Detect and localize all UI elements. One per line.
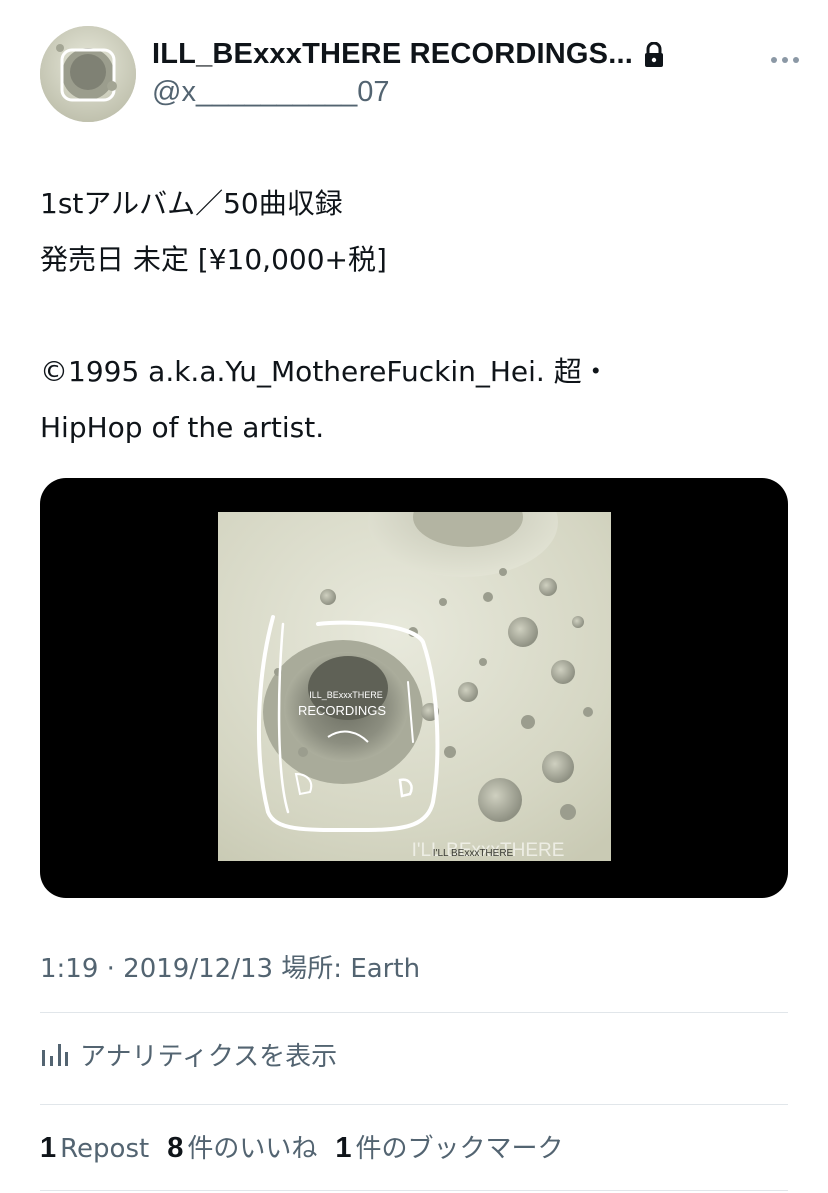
stat-number: 1 <box>40 1132 57 1164</box>
repost-count[interactable]: 1 Repost <box>40 1132 149 1165</box>
user-handle[interactable]: @x__________07 <box>152 76 389 109</box>
tweet-media[interactable]: ILL_BExxxTHERE RECORDINGS I'LL BExxxTHER… <box>40 478 788 898</box>
like-count[interactable]: 8 件のいいね <box>167 1128 317 1165</box>
stat-label: 件のいいね <box>187 1134 318 1164</box>
lock-icon <box>643 41 665 68</box>
tweet-header: ILL_BExxxTHERE RECORDINGS... @x_________… <box>40 26 800 122</box>
avatar[interactable] <box>40 26 136 122</box>
tweet-line: HipHop of the artist. <box>40 411 325 444</box>
tweet-text: 1stアルバム／50曲収録 発売日 未定 [¥10,000+税] ©1995 a… <box>40 176 790 456</box>
bookmark-count[interactable]: 1 件のブックマーク <box>335 1128 563 1165</box>
stat-label: 件のブックマーク <box>355 1134 564 1164</box>
stat-number: 1 <box>335 1132 352 1164</box>
cover-footer-text: I'LL BExxxTHERE <box>433 848 514 859</box>
engagement-stats: 1 Repost 8 件のいいね 1 件のブックマーク <box>40 1128 582 1165</box>
tweet-timestamp[interactable]: 1:19 · 2019/12/13 場所: Earth <box>40 948 420 985</box>
tweet-line: 1stアルバム／50曲収録 <box>40 187 343 220</box>
stat-number: 8 <box>167 1132 184 1164</box>
bar-chart-icon <box>40 1042 68 1068</box>
analytics-label: アナリティクスを表示 <box>80 1042 338 1072</box>
album-cover-image: ILL_BExxxTHERE RECORDINGS I'LL BExxxTHER… <box>218 512 611 861</box>
more-options-icon[interactable] <box>770 50 800 63</box>
album-cover-avatar-icon <box>40 26 136 122</box>
display-name[interactable]: ILL_BExxxTHERE RECORDINGS... <box>152 38 633 71</box>
tweet-line: ©1995 a.k.a.Yu_MothereFuckin_Hei. 超・ <box>40 355 610 388</box>
divider <box>40 1012 788 1013</box>
cover-title-large: RECORDINGS <box>298 703 386 718</box>
divider <box>40 1190 788 1191</box>
stat-label: Repost <box>60 1134 150 1164</box>
view-analytics-link[interactable]: アナリティクスを表示 <box>40 1036 337 1073</box>
divider <box>40 1104 788 1105</box>
cover-title-small: ILL_BExxxTHERE <box>309 690 383 700</box>
tweet-line: 発売日 未定 [¥10,000+税] <box>40 243 387 276</box>
name-row: ILL_BExxxTHERE RECORDINGS... <box>152 38 665 71</box>
